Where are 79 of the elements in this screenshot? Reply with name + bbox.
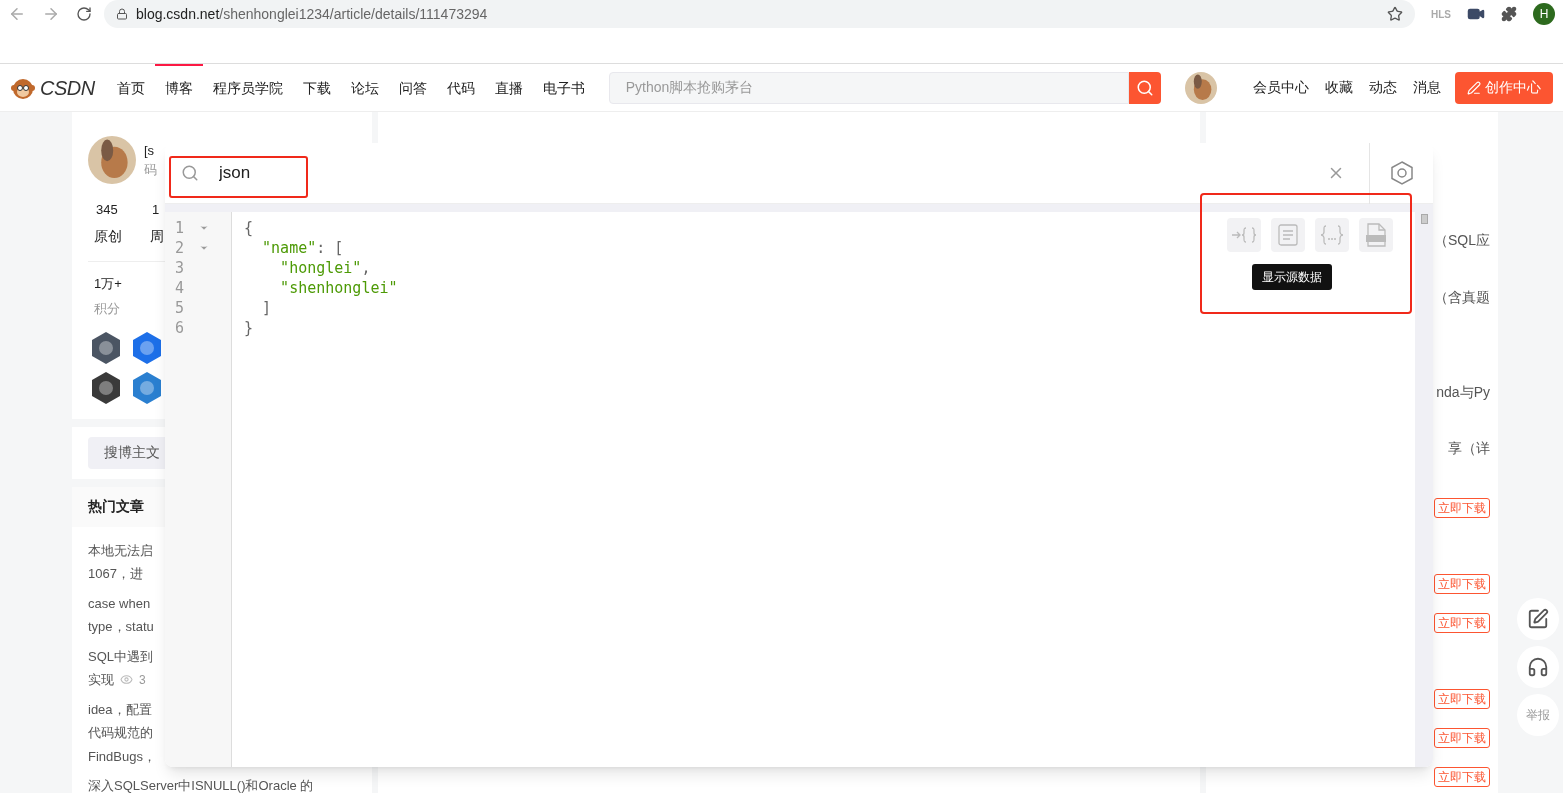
nav-tab[interactable]: 首页 bbox=[106, 63, 155, 112]
nav-tab[interactable]: 下载 bbox=[292, 63, 341, 112]
article-title[interactable]: 1067，进 bbox=[88, 564, 143, 584]
profile-avatar[interactable]: H bbox=[1533, 3, 1555, 25]
code-line: "honglei", bbox=[279, 258, 371, 278]
avatar[interactable] bbox=[88, 136, 136, 184]
puzzle-icon[interactable] bbox=[1501, 6, 1517, 22]
code-line: } bbox=[244, 318, 254, 338]
arrow-braces-icon bbox=[1231, 226, 1257, 244]
line-number: 5 bbox=[175, 297, 186, 319]
nav-tab[interactable]: 直播 bbox=[484, 63, 533, 112]
resource-title[interactable]: 享（详 bbox=[1448, 437, 1490, 459]
badge-icon bbox=[131, 330, 163, 365]
lock-icon bbox=[116, 8, 128, 20]
line-number: 2 bbox=[175, 237, 186, 259]
badge-icon bbox=[131, 370, 163, 405]
article-title[interactable]: 代码规范的 bbox=[88, 723, 153, 743]
badge-icon bbox=[90, 330, 122, 365]
nav-tab[interactable]: 论坛 bbox=[340, 63, 389, 112]
headset-icon bbox=[1527, 656, 1549, 678]
search-icon bbox=[1135, 78, 1154, 97]
braces-icon bbox=[1320, 225, 1344, 245]
back-icon[interactable] bbox=[8, 5, 26, 23]
nav-tab[interactable]: 代码 bbox=[436, 63, 485, 112]
line-number: 1 bbox=[175, 217, 186, 239]
points-label: 积分 bbox=[94, 300, 120, 318]
edit-icon bbox=[1527, 608, 1549, 630]
search-icon bbox=[181, 164, 199, 182]
pen-icon bbox=[1467, 80, 1481, 95]
nav-link[interactable]: 收藏 bbox=[1317, 77, 1361, 98]
code-line: { bbox=[244, 218, 254, 238]
view-count: 3 bbox=[139, 671, 146, 689]
article-title[interactable]: SQL中遇到 bbox=[88, 646, 153, 666]
resource-title[interactable]: （SQL应 bbox=[1434, 229, 1490, 251]
nav-link[interactable]: 消息 bbox=[1405, 77, 1449, 98]
stat-value: 345 bbox=[95, 201, 118, 219]
nav-link[interactable]: 动态 bbox=[1361, 77, 1405, 98]
resource-title[interactable]: nda与Py bbox=[1436, 381, 1490, 403]
article-title[interactable]: case when bbox=[88, 593, 151, 613]
url-text: blog.csdn.net/shenhonglei1234/article/details/111473294 bbox=[136, 4, 488, 24]
nav-link[interactable]: 会员中心 bbox=[1245, 77, 1317, 98]
line-number: 3 bbox=[175, 257, 186, 279]
resource-title[interactable]: （含真题 bbox=[1434, 286, 1490, 308]
stat-label: 周 bbox=[149, 226, 164, 246]
avatar[interactable] bbox=[1185, 71, 1217, 104]
article-title[interactable]: 实现 bbox=[88, 670, 114, 690]
json-file-icon bbox=[1365, 223, 1387, 247]
settings-icon[interactable] bbox=[1388, 160, 1415, 186]
bookmark-star-icon[interactable] bbox=[1387, 6, 1403, 22]
toolbar-button[interactable] bbox=[1359, 218, 1393, 252]
article-title[interactable]: 深入SQLServer中ISNULL()和Oracle 的 bbox=[88, 776, 314, 793]
stat-value: 1 bbox=[151, 201, 160, 219]
nav-tab[interactable]: 问答 bbox=[388, 63, 437, 112]
filter-input[interactable]: json bbox=[219, 160, 1327, 186]
line-number: 6 bbox=[175, 317, 186, 339]
tooltip: 显示源数据 bbox=[1252, 264, 1332, 290]
code-line: "shenhonglei" bbox=[279, 278, 398, 298]
nav-tab[interactable]: 电子书 bbox=[532, 63, 595, 112]
code-line: ] bbox=[261, 298, 272, 318]
stat-label: 原创 bbox=[93, 226, 122, 246]
article-title[interactable]: type，statu bbox=[88, 617, 154, 637]
article-title[interactable]: idea，配置 bbox=[88, 699, 152, 719]
article-title[interactable]: 本地无法启 bbox=[88, 540, 153, 560]
author-subtitle: 码 bbox=[144, 161, 157, 179]
code-line: "name": [ bbox=[261, 238, 344, 258]
csdn-logo[interactable]: CSDN bbox=[40, 72, 95, 103]
monkey-logo-icon bbox=[10, 76, 36, 99]
article-title[interactable]: FindBugs， bbox=[88, 746, 156, 766]
address-bar[interactable]: blog.csdn.net/shenhonglei1234/article/details/111473294 bbox=[104, 0, 1415, 28]
badge-icon bbox=[90, 370, 122, 405]
document-lines-icon bbox=[1278, 224, 1298, 246]
reload-icon[interactable] bbox=[76, 6, 92, 22]
points-value: 1万+ bbox=[94, 274, 122, 293]
author-name[interactable]: [s bbox=[144, 140, 157, 160]
eye-icon bbox=[120, 673, 133, 687]
line-number: 4 bbox=[175, 277, 186, 299]
forward-icon[interactable] bbox=[42, 5, 60, 23]
search-button[interactable] bbox=[1128, 71, 1161, 104]
nav-tab[interactable]: 程序员学院 bbox=[202, 63, 293, 112]
